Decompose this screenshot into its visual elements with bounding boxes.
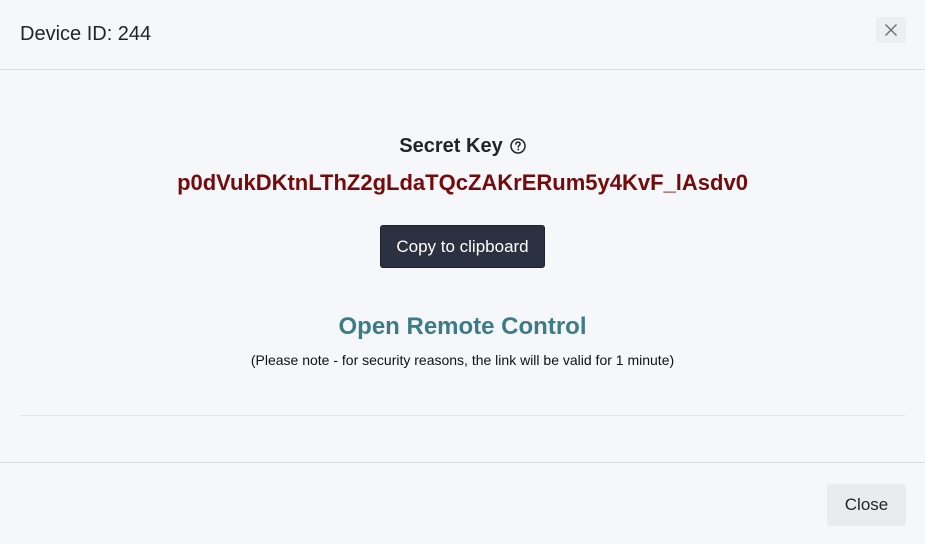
secret-key-value: p0dVukDKtnLThZ2gLdaTQcZAKrERum5y4KvF_lAs… xyxy=(177,170,748,195)
open-remote-control-link[interactable]: Open Remote Control xyxy=(0,312,925,342)
security-note: (Please note - for security reasons, the… xyxy=(250,352,675,368)
modal-header: Device ID: 244 xyxy=(0,0,925,70)
close-button[interactable]: Close xyxy=(827,484,906,526)
copy-to-clipboard-button[interactable]: Copy to clipboard xyxy=(380,225,545,268)
modal-body: Secret Key p0dVukDKtnLThZ2gLdaTQcZAKrERu… xyxy=(0,70,925,462)
question-circle-icon[interactable] xyxy=(509,138,526,154)
modal-footer: Close xyxy=(0,462,925,544)
secret-key-heading: Secret Key xyxy=(0,134,925,158)
close-icon xyxy=(885,24,897,36)
divider xyxy=(20,415,905,416)
secret-key-label: Secret Key xyxy=(399,135,503,157)
device-modal: Device ID: 244 Secret Key p0dVukDKtnLThZ… xyxy=(0,0,925,544)
close-x-button[interactable] xyxy=(876,17,906,43)
modal-title: Device ID: 244 xyxy=(20,23,152,45)
